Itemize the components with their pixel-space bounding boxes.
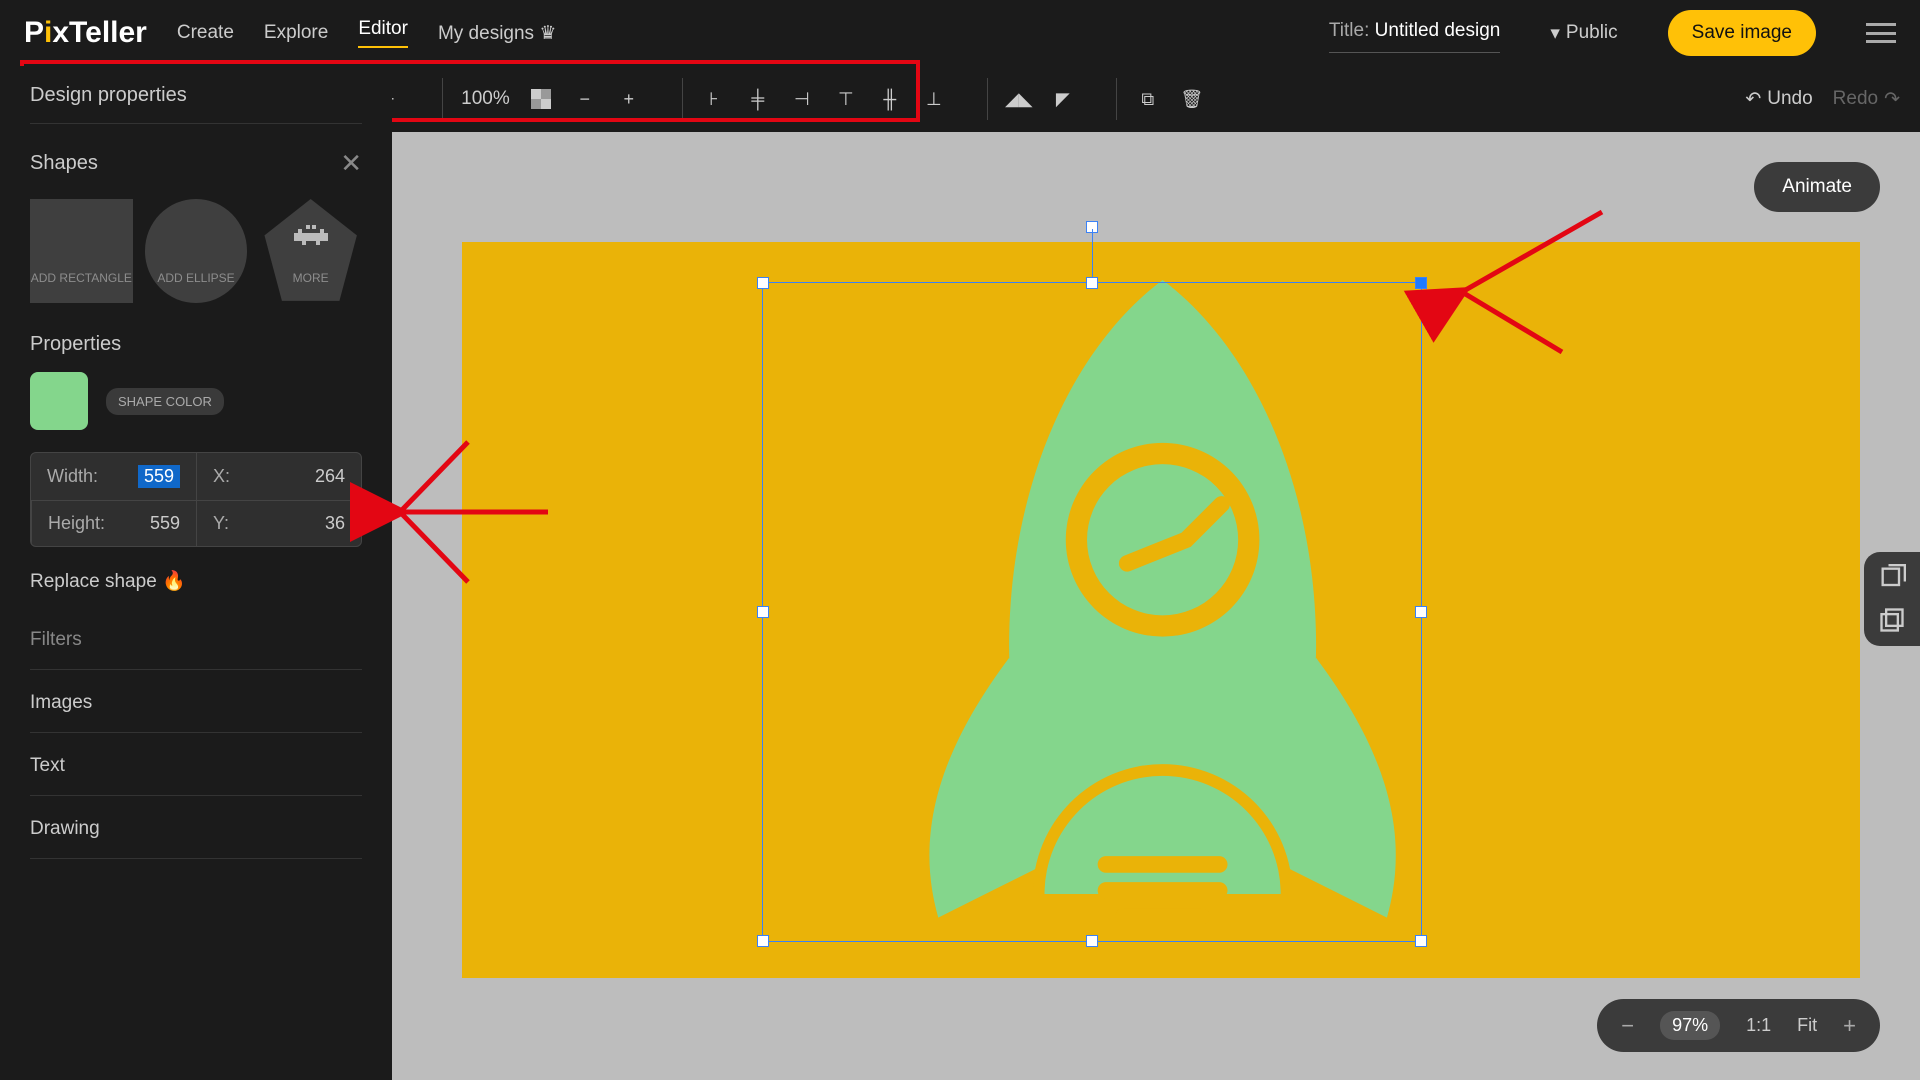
top-nav: Create Explore Editor My designs ♛: [177, 18, 557, 48]
more-shapes-button[interactable]: MORE: [259, 199, 362, 303]
animate-button[interactable]: Animate: [1754, 162, 1880, 212]
height-field[interactable]: Height:559: [31, 500, 196, 546]
align-top-icon[interactable]: ⊤: [833, 86, 859, 112]
handle-ne[interactable]: [1415, 277, 1427, 289]
export-icon[interactable]: [1878, 564, 1906, 592]
design-properties-link[interactable]: Design properties: [30, 66, 362, 124]
toolbar-right: ↶ Undo Redo ↷: [1745, 88, 1900, 111]
delete-icon[interactable]: 🗑: [1179, 86, 1205, 112]
zoom-oneone-button[interactable]: 1:1: [1746, 1015, 1771, 1036]
align-center-h-icon[interactable]: ╪: [745, 86, 771, 112]
images-link[interactable]: Images: [30, 670, 362, 733]
zoom-bar: − 97% 1:1 Fit +: [1597, 999, 1880, 1052]
redo-button: Redo ↷: [1833, 88, 1900, 111]
align-bottom-icon[interactable]: ⊥: [921, 86, 947, 112]
duplicate-icon[interactable]: ⧉: [1135, 86, 1161, 112]
top-bar: PixTeller Create Explore Editor My desig…: [0, 0, 1920, 66]
nav-editor[interactable]: Editor: [358, 18, 408, 48]
canvas-area[interactable]: Animate: [392, 132, 1920, 1080]
nav-create[interactable]: Create: [177, 22, 234, 44]
shapes-section-title: Shapes: [30, 152, 98, 175]
align-right-icon[interactable]: ⊣: [789, 86, 815, 112]
sidebar: Design properties Shapes ✕ ADD RECTANGLE…: [0, 66, 392, 1080]
replace-shape-link[interactable]: Replace shape 🔥: [30, 547, 362, 607]
opacity-plus-icon[interactable]: +: [616, 86, 642, 112]
logo: PixTeller: [24, 16, 147, 50]
shape-buttons-row: ADD RECTANGLE ADD ELLIPSE MORE: [30, 199, 362, 303]
y-field[interactable]: Y:36: [196, 500, 361, 546]
handle-se[interactable]: [1415, 935, 1427, 947]
filters-link[interactable]: Filters: [30, 607, 362, 670]
handle-e[interactable]: [1415, 606, 1427, 618]
flip-v-icon[interactable]: ◤: [1050, 86, 1076, 112]
zoom-fit-button[interactable]: Fit: [1797, 1015, 1817, 1036]
close-icon[interactable]: ✕: [340, 148, 362, 179]
zoom-out-button[interactable]: −: [1621, 1013, 1634, 1039]
width-field[interactable]: Width:559: [31, 453, 196, 500]
zoom-value[interactable]: 97%: [1660, 1011, 1720, 1040]
handle-nw[interactable]: [757, 277, 769, 289]
handle-s[interactable]: [1086, 935, 1098, 947]
selection-box[interactable]: [762, 282, 1422, 942]
save-image-button[interactable]: Save image: [1668, 10, 1816, 56]
side-float-panel: [1864, 552, 1920, 646]
opacity-minus-icon[interactable]: −: [572, 86, 598, 112]
title-label: Title:: [1329, 20, 1369, 41]
flip-h-icon[interactable]: ◢◣: [1006, 86, 1032, 112]
title-value: Untitled design: [1375, 20, 1501, 41]
layers-icon[interactable]: [1878, 606, 1906, 634]
undo-button[interactable]: ↶ Undo: [1745, 88, 1812, 111]
design-title[interactable]: Title: Untitled design: [1329, 14, 1500, 53]
add-ellipse-button[interactable]: ADD ELLIPSE: [145, 199, 248, 303]
shape-color-swatch[interactable]: [30, 372, 88, 430]
visibility-dropdown[interactable]: ▾ Public: [1550, 22, 1617, 45]
align-center-v-icon[interactable]: ╫: [877, 86, 903, 112]
nav-explore[interactable]: Explore: [264, 22, 328, 44]
drawing-link[interactable]: Drawing: [30, 796, 362, 859]
opacity-value: 100%: [461, 88, 510, 110]
align-left-icon[interactable]: ⊦: [701, 86, 727, 112]
zoom-in-button[interactable]: +: [1843, 1013, 1856, 1039]
add-rectangle-button[interactable]: ADD RECTANGLE: [30, 199, 133, 303]
crown-icon: ♛: [539, 23, 556, 44]
text-link[interactable]: Text: [30, 733, 362, 796]
menu-icon[interactable]: [1866, 23, 1896, 43]
handle-sw[interactable]: [757, 935, 769, 947]
properties-section-title: Properties: [30, 303, 362, 372]
rotate-line: [1092, 229, 1093, 277]
dimensions-grid: Width:559 X:264 Height:559 Y:36: [30, 452, 362, 547]
flame-icon: 🔥: [162, 571, 186, 592]
invader-icon: [294, 225, 328, 249]
handle-w[interactable]: [757, 606, 769, 618]
shape-color-label: SHAPE COLOR: [106, 388, 224, 415]
opacity-icon[interactable]: [528, 86, 554, 112]
nav-mydesigns[interactable]: My designs ♛: [438, 22, 556, 45]
x-field[interactable]: X:264: [196, 453, 361, 500]
handle-n[interactable]: [1086, 277, 1098, 289]
